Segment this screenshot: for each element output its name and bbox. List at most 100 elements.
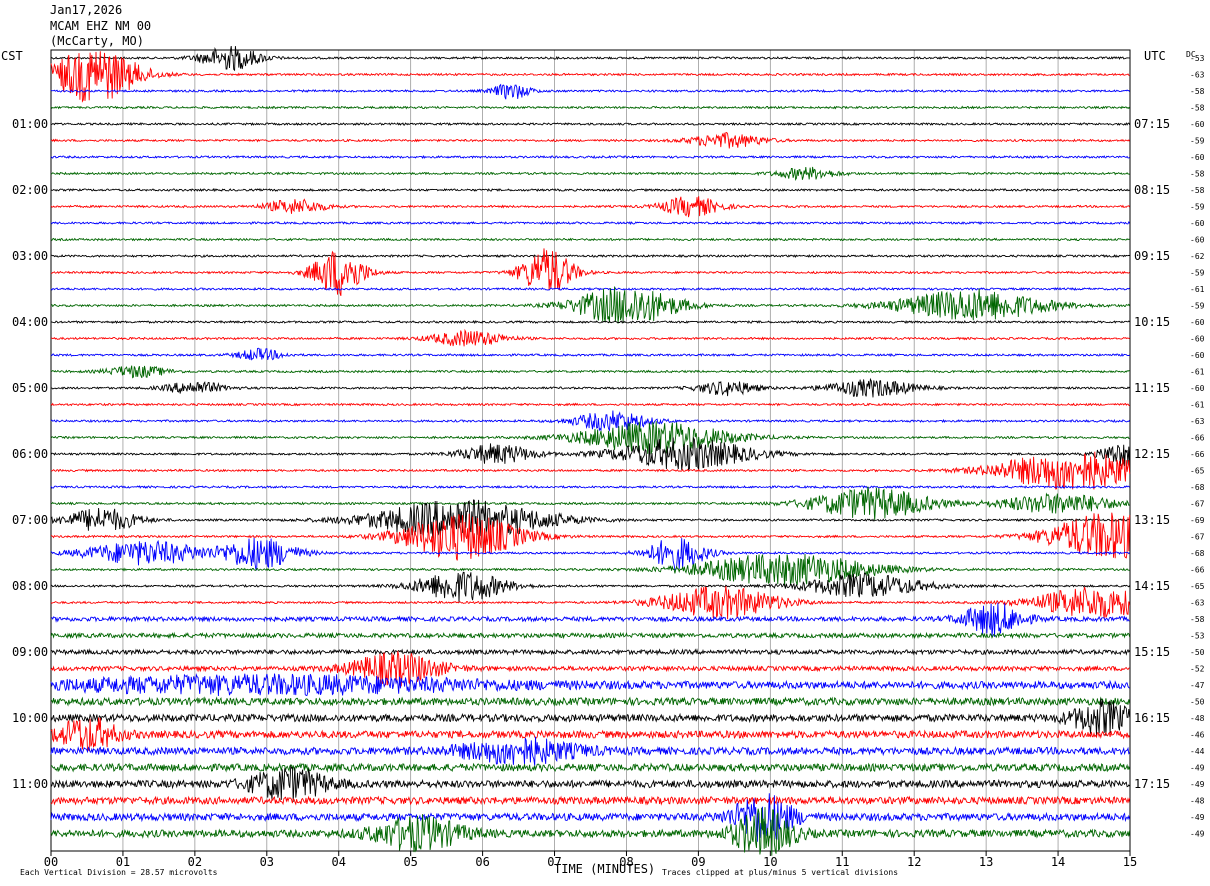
dc-offset-value: -59: [1190, 302, 1205, 311]
seismic-trace: [50, 571, 1131, 603]
dc-offset-value: -58: [1190, 87, 1205, 96]
dc-offset-value: -66: [1190, 434, 1205, 443]
seismic-trace: [51, 319, 1130, 325]
seismic-trace: [50, 187, 1130, 193]
utc-hour-label: 15:15: [1134, 645, 1170, 659]
dc-offset-value: -66: [1190, 566, 1205, 575]
seismic-trace: [50, 365, 1130, 379]
seismic-trace: [50, 220, 1131, 226]
seismic-trace: [50, 484, 1130, 490]
utc-hour-label: 08:15: [1134, 183, 1170, 197]
right-timezone-label: UTC: [1144, 49, 1166, 63]
seismic-trace: [50, 451, 1131, 490]
dc-offset-value: -46: [1190, 731, 1205, 740]
seismic-trace: [50, 795, 1131, 806]
x-tick-label: 14: [1051, 855, 1065, 869]
dc-offset-value: -60: [1190, 318, 1205, 327]
dc-offset-value: -50: [1190, 698, 1205, 707]
x-tick-label: 00: [44, 855, 58, 869]
x-tick-label: 05: [403, 855, 417, 869]
dc-offset-value: -62: [1190, 252, 1205, 261]
dc-offset-labels: -53 -63 -58 -58 -60 -59 -60 -58 -58 -59 -60 -60 -62 -…: [1190, 54, 1205, 839]
utc-hour-label: 13:15: [1134, 513, 1170, 527]
seismic-trace: [50, 132, 1131, 149]
seismic-trace: [50, 410, 1131, 432]
seismic-trace: [50, 377, 1131, 398]
dc-offset-value: -65: [1190, 582, 1205, 591]
helicorder-plot: 00 01 02 03 04 05 06 07 08 09 10 11 12 13 14 15 01:0002…: [12, 46, 1205, 869]
dc-offset-value: -60: [1190, 219, 1205, 228]
dc-offset-value: -61: [1190, 285, 1205, 294]
x-tick-label: 12: [907, 855, 921, 869]
cst-hour-label: 10:00: [12, 711, 48, 725]
seismic-trace: [50, 347, 1130, 361]
seismic-trace: [50, 254, 1130, 259]
x-axis-title: TIME (MINUTES): [554, 862, 656, 876]
cst-hour-label: 06:00: [12, 447, 48, 461]
dc-offset-value: -60: [1190, 351, 1205, 360]
dc-offset-value: -60: [1190, 153, 1205, 162]
x-tick-label: 03: [260, 855, 274, 869]
dc-offset-value: -61: [1190, 368, 1205, 377]
dc-offset-value: -65: [1190, 467, 1205, 476]
cst-hour-label: 01:00: [12, 117, 48, 131]
utc-hour-label: 17:15: [1134, 777, 1170, 791]
cst-hour-label: 09:00: [12, 645, 48, 659]
utc-hour-label: 14:15: [1134, 579, 1170, 593]
dc-offset-value: -53: [1190, 632, 1205, 641]
dc-label: DC: [1186, 50, 1196, 59]
cst-hour-label: 08:00: [12, 579, 48, 593]
dc-offset-value: -48: [1190, 714, 1205, 723]
dc-offset-value: -61: [1190, 401, 1205, 410]
x-tick-label: 09: [691, 855, 705, 869]
dc-offset-value: -59: [1190, 203, 1205, 212]
seismic-trace: [50, 631, 1131, 640]
dc-offset-value: -60: [1190, 236, 1205, 245]
dc-offset-value: -69: [1190, 516, 1205, 525]
seismic-trace: [50, 486, 1130, 521]
dc-offset-value: -63: [1190, 71, 1205, 80]
cst-hour-label: 02:00: [12, 183, 48, 197]
seismic-trace: [50, 673, 1130, 697]
dc-offset-value: -63: [1190, 417, 1205, 426]
dc-offset-value: -58: [1190, 186, 1205, 195]
dc-offset-value: -67: [1190, 533, 1205, 542]
cst-hour-label: 05:00: [12, 381, 48, 395]
x-tick-label: 13: [979, 855, 993, 869]
cst-hour-label: 04:00: [12, 315, 48, 329]
dc-offset-value: -58: [1190, 104, 1205, 113]
dc-offset-value: -60: [1190, 384, 1205, 393]
dc-offset-value: -52: [1190, 665, 1205, 674]
dc-offset-value: -67: [1190, 500, 1205, 509]
seismic-trace: [50, 286, 1131, 324]
dc-offset-value: -63: [1190, 599, 1205, 608]
seismic-trace: [50, 762, 1131, 773]
x-tick-label: 02: [188, 855, 202, 869]
dc-offset-value: -50: [1190, 648, 1205, 657]
station-label: MCAM EHZ NM 00: [50, 19, 152, 33]
dc-offset-value: -58: [1190, 170, 1205, 179]
utc-hour-label: 09:15: [1134, 249, 1170, 263]
dc-offset-value: -44: [1190, 747, 1205, 756]
dc-offset-value: -68: [1190, 549, 1205, 558]
seismic-trace: [50, 553, 1130, 587]
location-label: (McCarty, MO): [50, 34, 144, 48]
dc-offset-value: -60: [1190, 120, 1205, 129]
utc-hour-label: 12:15: [1134, 447, 1170, 461]
seismic-trace: [50, 421, 1130, 455]
clip-note: Traces clipped at plus/minus 5 vertical …: [662, 868, 899, 877]
x-tick-label: 04: [332, 855, 346, 869]
x-tick-label: 15: [1123, 855, 1137, 869]
seismic-trace: [50, 650, 1130, 687]
dc-offset-value: -58: [1190, 615, 1205, 624]
seismic-trace: [50, 154, 1130, 160]
date-label: Jan17,2026: [50, 3, 123, 17]
left-timezone-label: CST: [1, 49, 23, 63]
dc-offset-value: -66: [1190, 450, 1205, 459]
dc-offset-value: -49: [1190, 764, 1205, 773]
x-tick-label: 10: [763, 855, 777, 869]
dc-offset-value: -49: [1190, 813, 1205, 822]
utc-hour-label: 11:15: [1134, 381, 1170, 395]
dc-offset-value: -59: [1190, 137, 1205, 146]
utc-hour-label: 10:15: [1134, 315, 1170, 329]
